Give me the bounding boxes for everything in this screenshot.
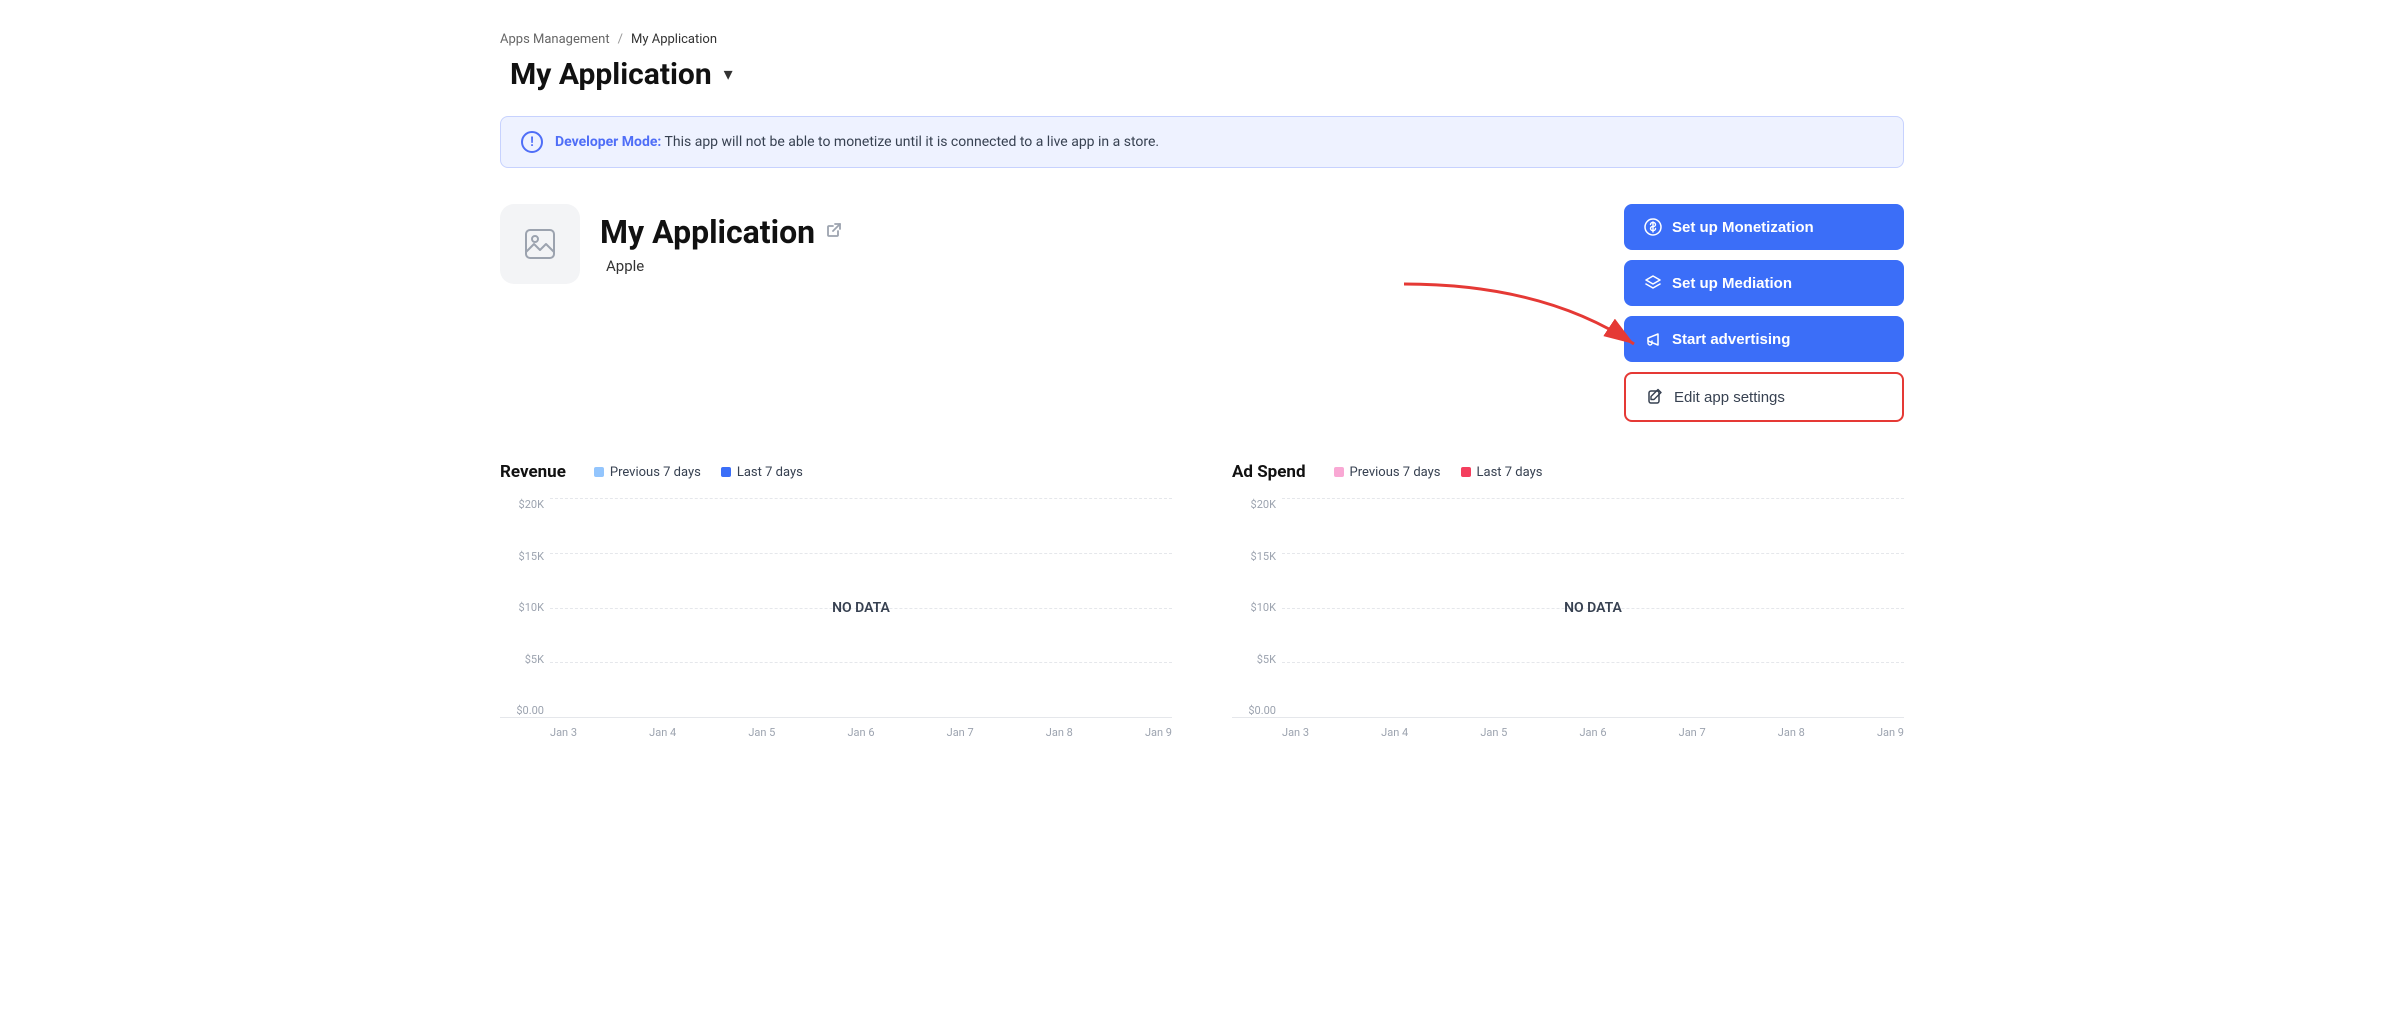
- adspend-grid-4: [1282, 717, 1904, 718]
- revenue-x0: Jan 3: [550, 726, 577, 739]
- revenue-prev-label: Previous 7 days: [610, 465, 701, 480]
- revenue-chart-area: $20K $15K $10K $5K $0.00 NO DATA: [500, 498, 1172, 718]
- adspend-grid-3: [1282, 662, 1904, 663]
- grid-line-4: [550, 717, 1172, 718]
- revenue-legend-last: Last 7 days: [721, 465, 803, 480]
- adspend-last-dot: [1461, 467, 1471, 477]
- ad-spend-chart: Ad Spend Previous 7 days Last 7 days $20…: [1232, 462, 1904, 739]
- adspend-y-labels: $20K $15K $10K $5K $0.00: [1232, 498, 1282, 717]
- revenue-prev-dot: [594, 467, 604, 477]
- adspend-y4: $0.00: [1232, 704, 1282, 717]
- revenue-y3: $5K: [500, 653, 550, 666]
- setup-mediation-button[interactable]: Set up Mediation: [1624, 260, 1904, 306]
- edit-icon: [1646, 388, 1664, 406]
- dev-mode-icon: !: [521, 131, 543, 153]
- edit-app-settings-button[interactable]: Edit app settings: [1624, 372, 1904, 422]
- revenue-no-data: NO DATA: [832, 600, 890, 616]
- grid-line-0: [550, 498, 1172, 499]
- revenue-last-dot: [721, 467, 731, 477]
- revenue-x3: Jan 6: [847, 726, 874, 739]
- grid-line-3: [550, 662, 1172, 663]
- adspend-y2: $10K: [1232, 601, 1282, 614]
- revenue-x-labels: Jan 3 Jan 4 Jan 5 Jan 6 Jan 7 Jan 8 Jan …: [500, 718, 1172, 739]
- app-name-block: My Application Apple: [600, 213, 843, 275]
- action-area: Set up Monetization Set up Mediation Sta…: [1624, 204, 1904, 422]
- adspend-chart-plot: NO DATA: [1282, 498, 1904, 717]
- dev-mode-bold: Developer Mode:: [555, 134, 661, 150]
- app-icon-box: [500, 204, 580, 284]
- app-platform: Apple: [606, 257, 644, 275]
- adspend-x1: Jan 4: [1381, 726, 1408, 739]
- adspend-legend-last: Last 7 days: [1461, 465, 1543, 480]
- adspend-y3: $5K: [1232, 653, 1282, 666]
- breadcrumb-separator: /: [618, 32, 623, 47]
- revenue-x2: Jan 5: [748, 726, 775, 739]
- arrow-annotation: [1344, 264, 1664, 384]
- breadcrumb: Apps Management / My Application: [500, 32, 1904, 47]
- app-icon-placeholder: [522, 226, 558, 262]
- grid-line-1: [550, 553, 1172, 554]
- revenue-y0: $20K: [500, 498, 550, 511]
- app-name: My Application: [600, 213, 815, 251]
- app-info: My Application Apple: [500, 204, 843, 284]
- adspend-x-labels: Jan 3 Jan 4 Jan 5 Jan 6 Jan 7 Jan 8 Jan …: [1232, 718, 1904, 739]
- charts-section: Revenue Previous 7 days Last 7 days $20K…: [500, 462, 1904, 739]
- revenue-x1: Jan 4: [649, 726, 676, 739]
- adspend-y1: $15K: [1232, 550, 1282, 563]
- page-title: My Application: [510, 57, 712, 92]
- revenue-chart: Revenue Previous 7 days Last 7 days $20K…: [500, 462, 1172, 739]
- megaphone-icon: [1644, 330, 1662, 348]
- ad-spend-chart-title: Ad Spend: [1232, 462, 1306, 482]
- revenue-y1: $15K: [500, 550, 550, 563]
- adspend-x6: Jan 9: [1877, 726, 1904, 739]
- revenue-x4: Jan 7: [947, 726, 974, 739]
- revenue-y2: $10K: [500, 601, 550, 614]
- adspend-x4: Jan 7: [1679, 726, 1706, 739]
- action-buttons: Set up Monetization Set up Mediation Sta…: [1624, 204, 1904, 422]
- revenue-last-label: Last 7 days: [737, 465, 803, 480]
- ad-spend-chart-header: Ad Spend Previous 7 days Last 7 days: [1232, 462, 1904, 482]
- adspend-prev-label: Previous 7 days: [1350, 465, 1441, 480]
- adspend-grid-1: [1282, 553, 1904, 554]
- developer-mode-banner: ! Developer Mode: This app will not be a…: [500, 116, 1904, 168]
- dollar-icon: [1644, 218, 1662, 236]
- adspend-y0: $20K: [1232, 498, 1282, 511]
- adspend-x2: Jan 5: [1480, 726, 1507, 739]
- dev-mode-message: This app will not be able to monetize un…: [665, 134, 1160, 150]
- app-header-section: My Application Apple: [500, 204, 1904, 422]
- adspend-x3: Jan 6: [1579, 726, 1606, 739]
- revenue-y-labels: $20K $15K $10K $5K $0.00: [500, 498, 550, 717]
- revenue-x6: Jan 9: [1145, 726, 1172, 739]
- adspend-last-label: Last 7 days: [1477, 465, 1543, 480]
- dev-mode-text: Developer Mode: This app will not be abl…: [555, 134, 1159, 150]
- revenue-chart-plot: NO DATA: [550, 498, 1172, 717]
- adspend-prev-dot: [1334, 467, 1344, 477]
- ad-spend-chart-area: $20K $15K $10K $5K $0.00 NO DATA: [1232, 498, 1904, 718]
- adspend-legend-prev: Previous 7 days: [1334, 465, 1441, 480]
- adspend-grid-0: [1282, 498, 1904, 499]
- external-link-icon[interactable]: [825, 221, 843, 243]
- breadcrumb-parent[interactable]: Apps Management: [500, 32, 610, 47]
- setup-monetization-button[interactable]: Set up Monetization: [1624, 204, 1904, 250]
- revenue-y4: $0.00: [500, 704, 550, 717]
- page-title-chevron[interactable]: ▾: [724, 64, 733, 85]
- revenue-x5: Jan 8: [1046, 726, 1073, 739]
- adspend-x5: Jan 8: [1778, 726, 1805, 739]
- adspend-no-data: NO DATA: [1564, 600, 1622, 616]
- adspend-x0: Jan 3: [1282, 726, 1309, 739]
- breadcrumb-current: My Application: [631, 32, 717, 47]
- start-advertising-button[interactable]: Start advertising: [1624, 316, 1904, 362]
- layers-icon: [1644, 274, 1662, 292]
- revenue-chart-title: Revenue: [500, 462, 566, 482]
- page-title-row: My Application ▾: [500, 57, 1904, 92]
- app-name-row: My Application: [600, 213, 843, 251]
- revenue-legend-prev: Previous 7 days: [594, 465, 701, 480]
- revenue-chart-header: Revenue Previous 7 days Last 7 days: [500, 462, 1172, 482]
- app-platform-row: Apple: [600, 257, 843, 275]
